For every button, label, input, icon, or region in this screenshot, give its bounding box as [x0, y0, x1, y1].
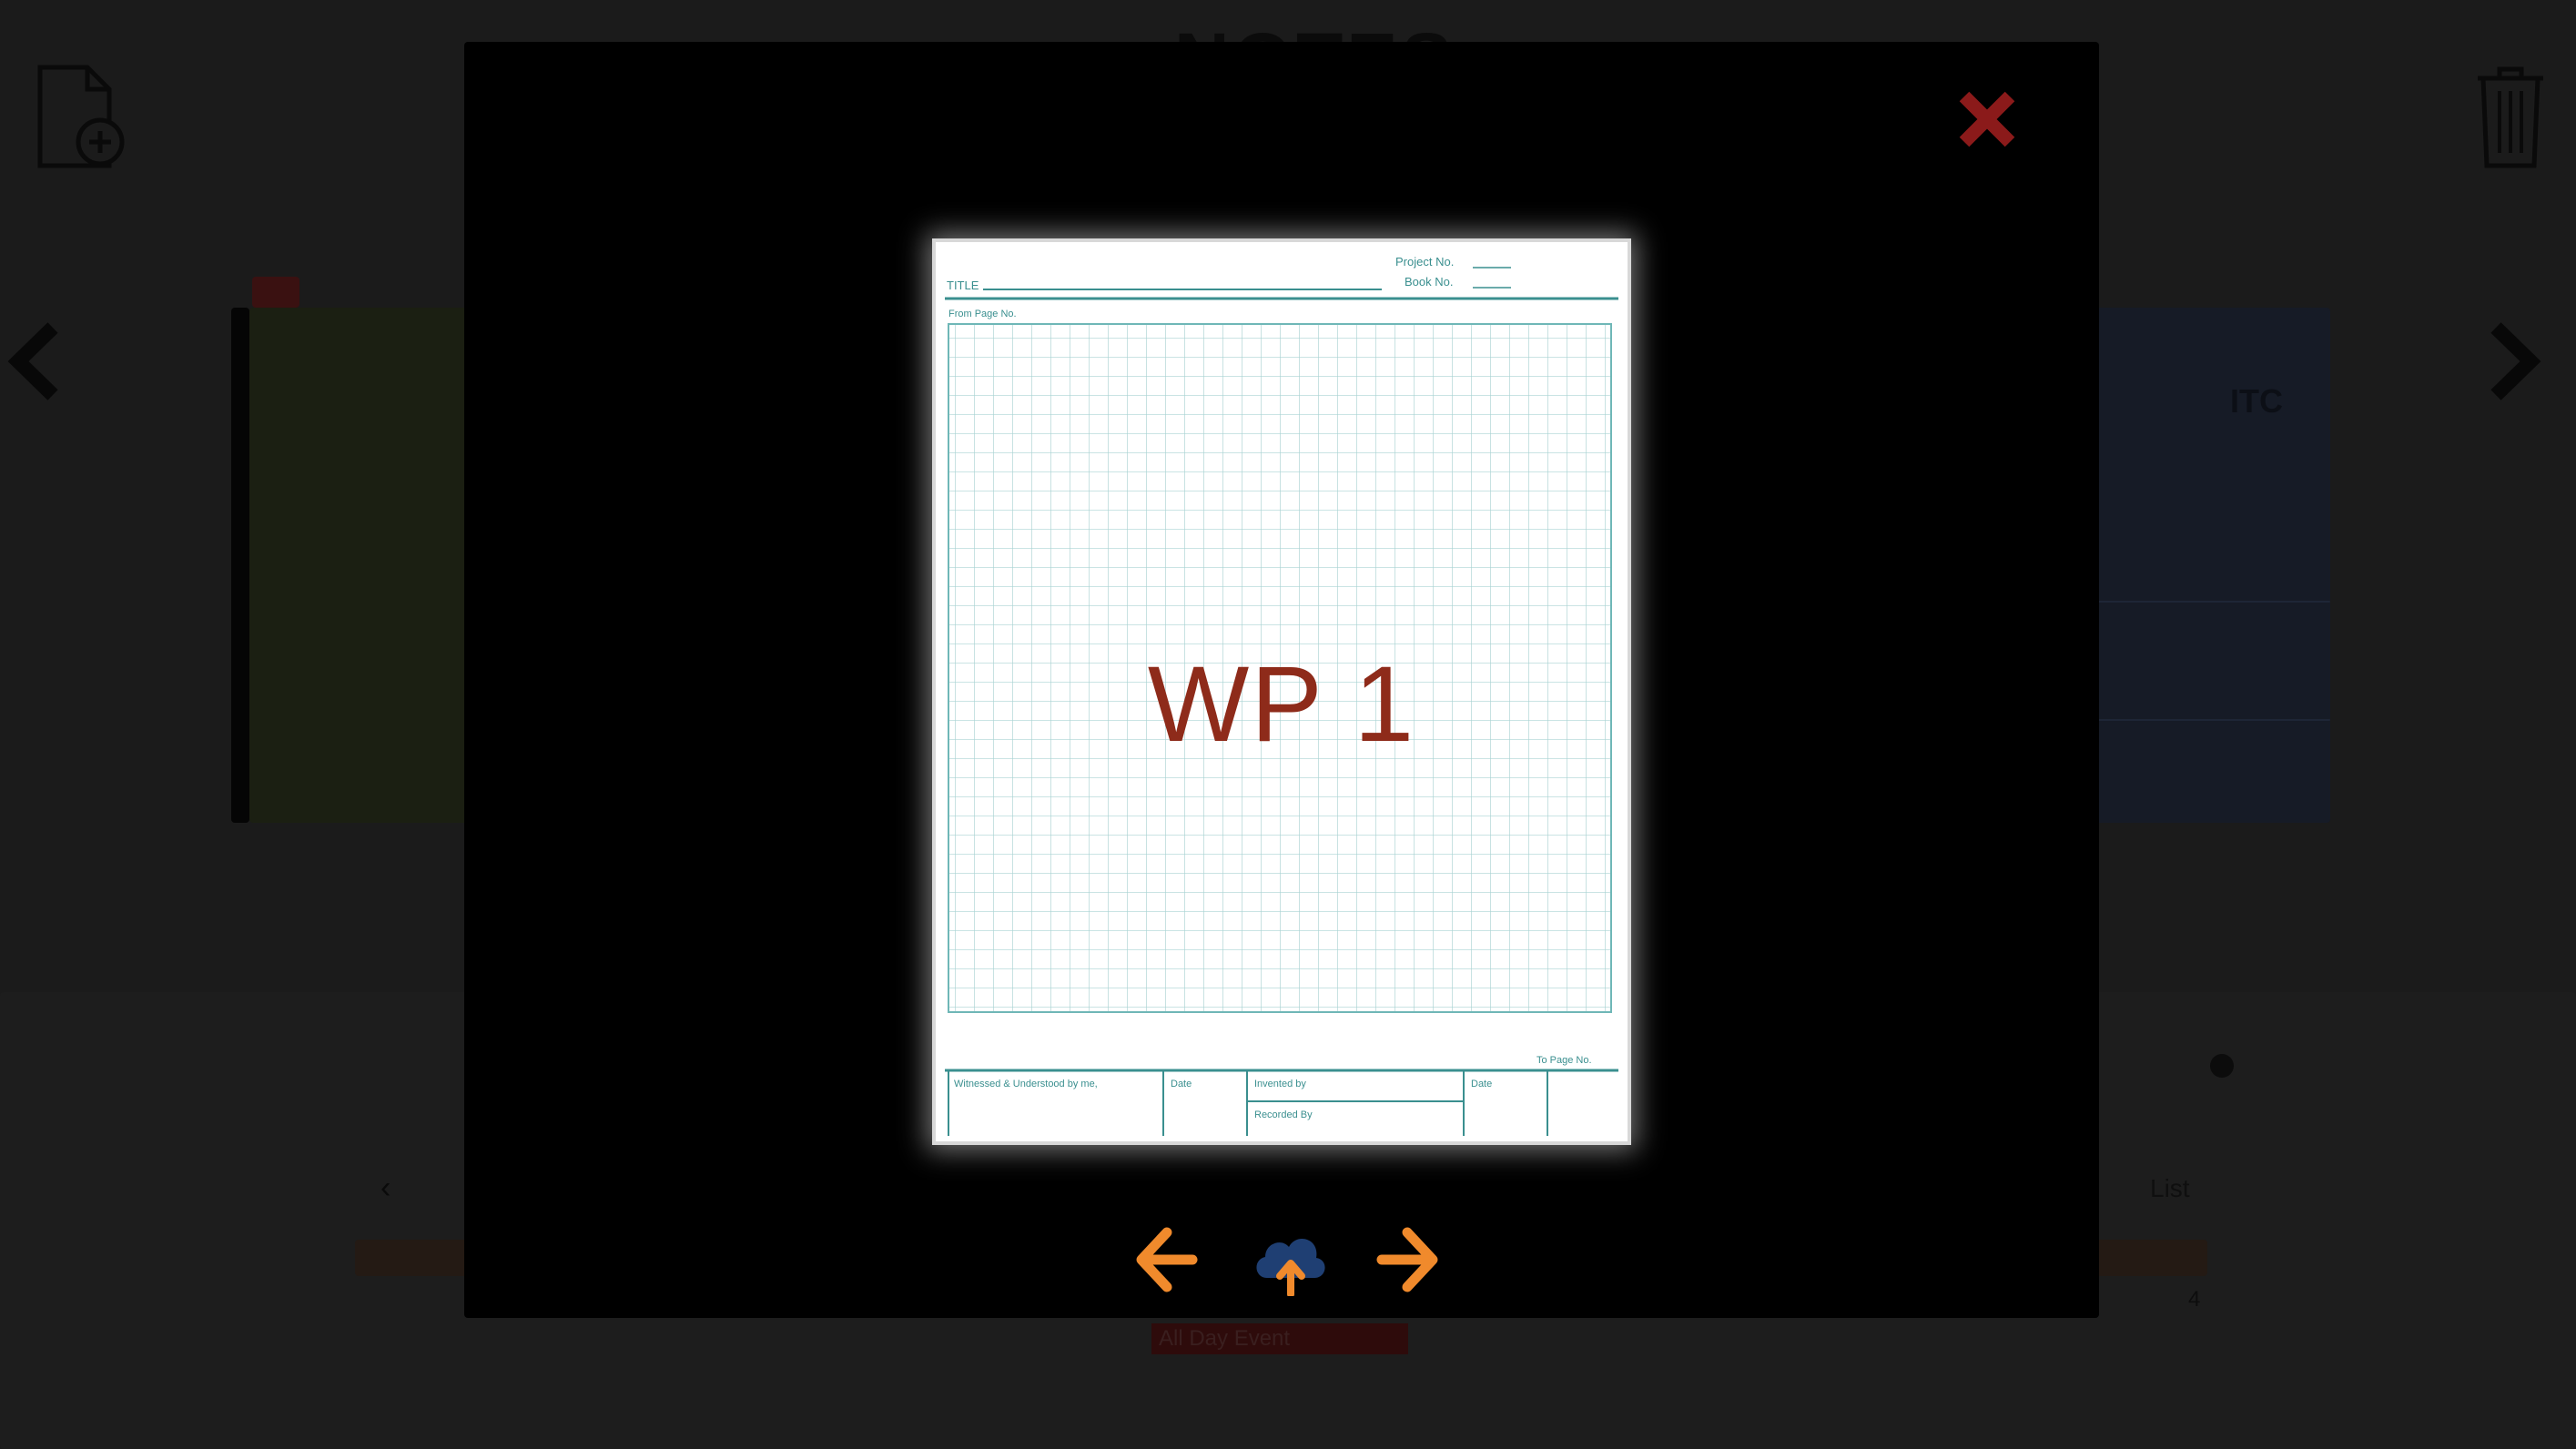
info-icon[interactable] [2210, 1054, 2234, 1078]
sheet-date-label: Date [1171, 1079, 1192, 1089]
sheet-recorded-label: Recorded By [1254, 1110, 1313, 1120]
list-view-button[interactable]: List [2150, 1174, 2190, 1203]
next-image-button[interactable] [1376, 1225, 1442, 1294]
calendar-day-number: 4 [2188, 1287, 2201, 1312]
sheet-book-label: Book No. [1405, 275, 1453, 289]
sheet-invented-label: Invented by [1254, 1079, 1306, 1089]
trash-icon[interactable] [2474, 64, 2547, 169]
note-card-edge [231, 308, 249, 823]
image-label: WP 1 [1147, 644, 1416, 765]
image-viewer-modal: TITLE Project No. Book No. From Page No.… [464, 42, 2099, 1318]
arrow-left-icon [1136, 1227, 1198, 1292]
calendar-event[interactable]: All Day Event [1151, 1323, 1408, 1354]
sheet-title-label: TITLE [947, 279, 979, 292]
note-card-green[interactable] [249, 308, 477, 823]
sheet-to-page: To Page No. [1536, 1055, 1592, 1066]
close-icon [1959, 91, 2015, 147]
sheet-date2-label: Date [1471, 1079, 1492, 1089]
sheet-from-page: From Page No. [948, 309, 1017, 319]
upload-button[interactable] [1251, 1229, 1329, 1296]
note-tab-marker [252, 277, 299, 308]
image-preview: TITLE Project No. Book No. From Page No.… [932, 238, 1631, 1145]
cloud-upload-icon [1256, 1238, 1325, 1296]
sheet-witnessed-label: Witnessed & Understood by me, [954, 1079, 1098, 1089]
note-card-label: ITC [2230, 382, 2283, 420]
prev-image-button[interactable] [1132, 1225, 1198, 1294]
calendar-prev-chevron-icon[interactable]: ‹ [380, 1170, 390, 1206]
next-page-chevron-icon[interactable] [2480, 320, 2543, 407]
prev-page-chevron-icon[interactable] [5, 320, 69, 407]
viewer-controls [464, 1225, 2099, 1307]
close-button[interactable] [1955, 87, 2019, 151]
sheet-project-label: Project No. [1395, 255, 1454, 269]
arrow-right-icon [1376, 1227, 1438, 1292]
file-plus-icon[interactable] [35, 64, 129, 173]
